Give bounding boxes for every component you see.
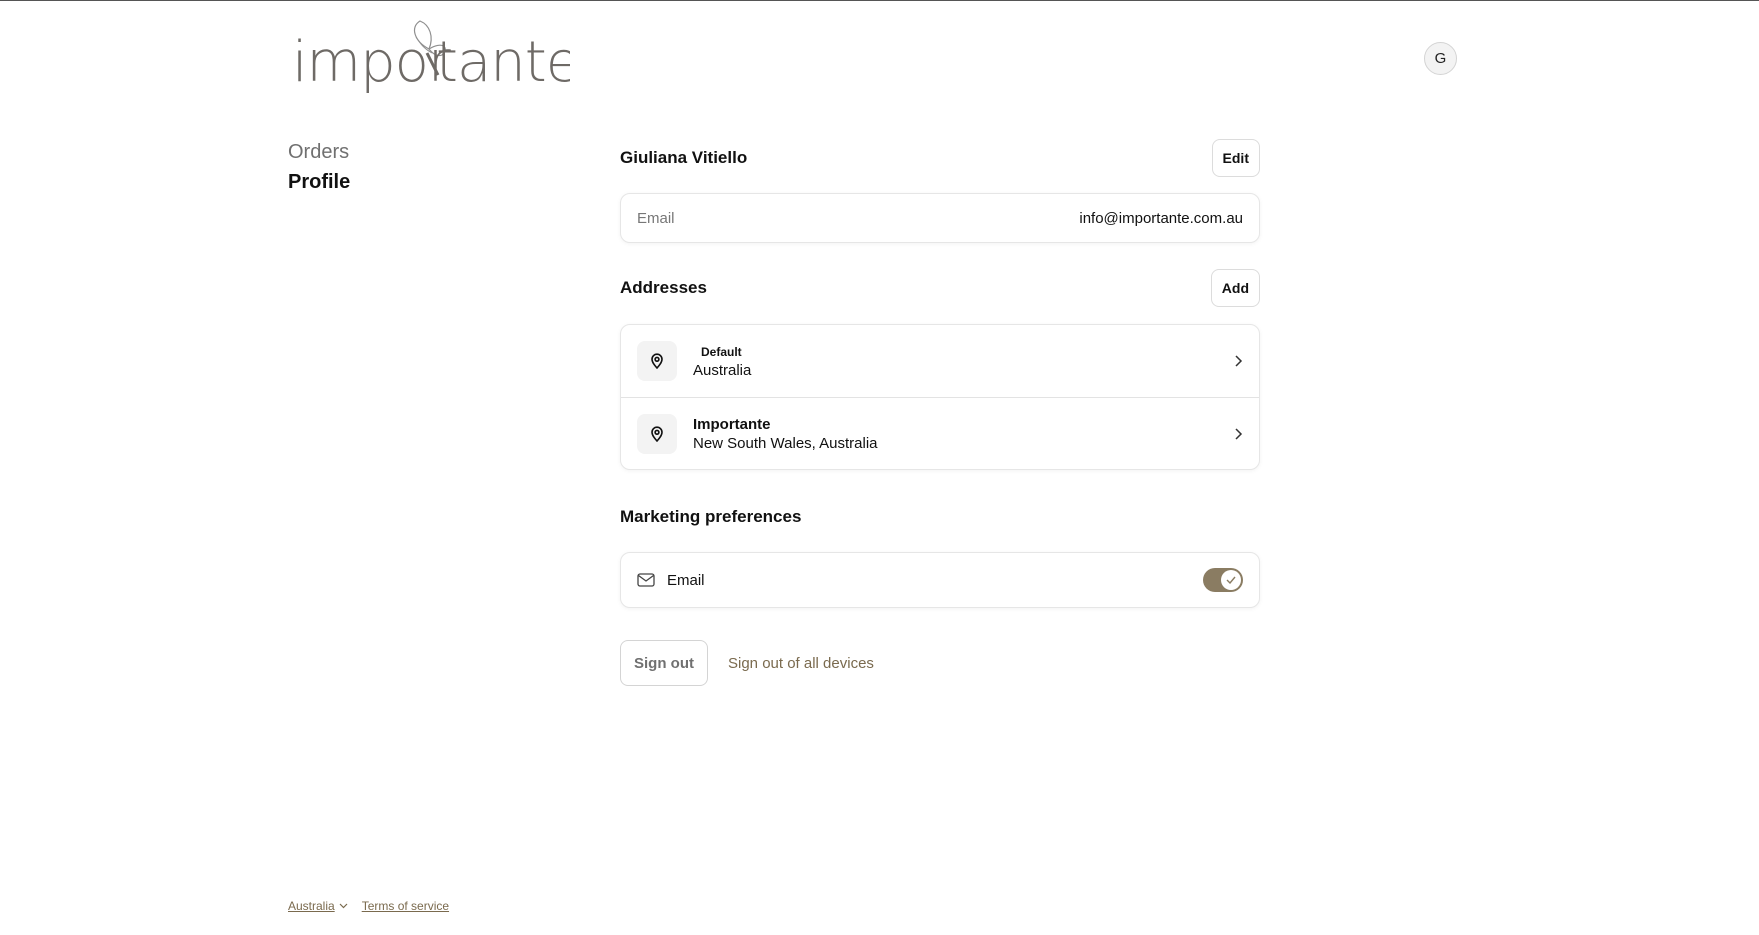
account-avatar-button[interactable]: G bbox=[1424, 42, 1457, 75]
check-icon bbox=[1226, 576, 1236, 584]
country-label: Australia bbox=[288, 899, 335, 913]
profile-main: Giuliana Vitiello Edit Email info@import… bbox=[620, 139, 1260, 686]
address-list: Default Australia Importante New South W… bbox=[620, 324, 1260, 470]
account-nav: Orders Profile bbox=[288, 137, 350, 197]
marketing-header: Marketing preferences bbox=[620, 498, 1260, 536]
location-pin-icon bbox=[637, 341, 677, 381]
svg-text:tante: tante bbox=[436, 30, 570, 95]
location-pin-icon bbox=[637, 413, 677, 454]
address-line: New South Wales, Australia bbox=[693, 434, 878, 452]
email-value: info@importante.com.au bbox=[1079, 209, 1243, 227]
addresses-header: Addresses Add bbox=[620, 269, 1260, 307]
email-label: Email bbox=[637, 209, 675, 227]
chevron-right-icon bbox=[1235, 427, 1243, 440]
profile-header: Giuliana Vitiello Edit bbox=[620, 139, 1260, 177]
address-text: Default Australia bbox=[693, 343, 1233, 380]
terms-of-service-link[interactable]: Terms of service bbox=[362, 899, 449, 913]
address-name: Importante bbox=[693, 415, 771, 433]
svg-text:impor: impor bbox=[292, 30, 451, 95]
marketing-email-card: Email bbox=[620, 552, 1260, 608]
chevron-right-icon bbox=[1235, 355, 1243, 367]
address-item-default[interactable]: Default Australia bbox=[621, 325, 1259, 397]
email-card: Email info@importante.com.au bbox=[620, 193, 1260, 243]
envelope-icon bbox=[637, 573, 655, 587]
add-address-button[interactable]: Add bbox=[1210, 269, 1260, 307]
edit-profile-button[interactable]: Edit bbox=[1211, 139, 1260, 177]
sign-out-all-devices-link[interactable]: Sign out of all devices bbox=[728, 655, 874, 672]
sign-out-button[interactable]: Sign out bbox=[620, 640, 708, 686]
nav-item-orders[interactable]: Orders bbox=[288, 137, 350, 167]
address-item-importante[interactable]: Importante New South Wales, Australia bbox=[621, 397, 1259, 469]
address-text: Importante New South Wales, Australia bbox=[693, 415, 1233, 453]
avatar-initial: G bbox=[1434, 50, 1447, 67]
country-selector[interactable]: Australia bbox=[288, 899, 348, 913]
addresses-title: Addresses bbox=[620, 278, 707, 297]
footer: Australia Terms of service bbox=[288, 899, 449, 913]
importante-logo[interactable]: impor tante bbox=[292, 19, 570, 97]
email-marketing-toggle[interactable] bbox=[1203, 568, 1243, 592]
default-badge: Default bbox=[693, 343, 750, 360]
toggle-knob bbox=[1221, 570, 1241, 590]
address-line: Australia bbox=[693, 361, 752, 379]
chevron-down-icon bbox=[339, 903, 348, 909]
marketing-title: Marketing preferences bbox=[620, 507, 802, 526]
customer-name: Giuliana Vitiello bbox=[620, 148, 748, 167]
marketing-email-label: Email bbox=[667, 571, 705, 589]
signout-actions: Sign out Sign out of all devices bbox=[620, 640, 1260, 686]
nav-item-profile[interactable]: Profile bbox=[288, 167, 350, 197]
